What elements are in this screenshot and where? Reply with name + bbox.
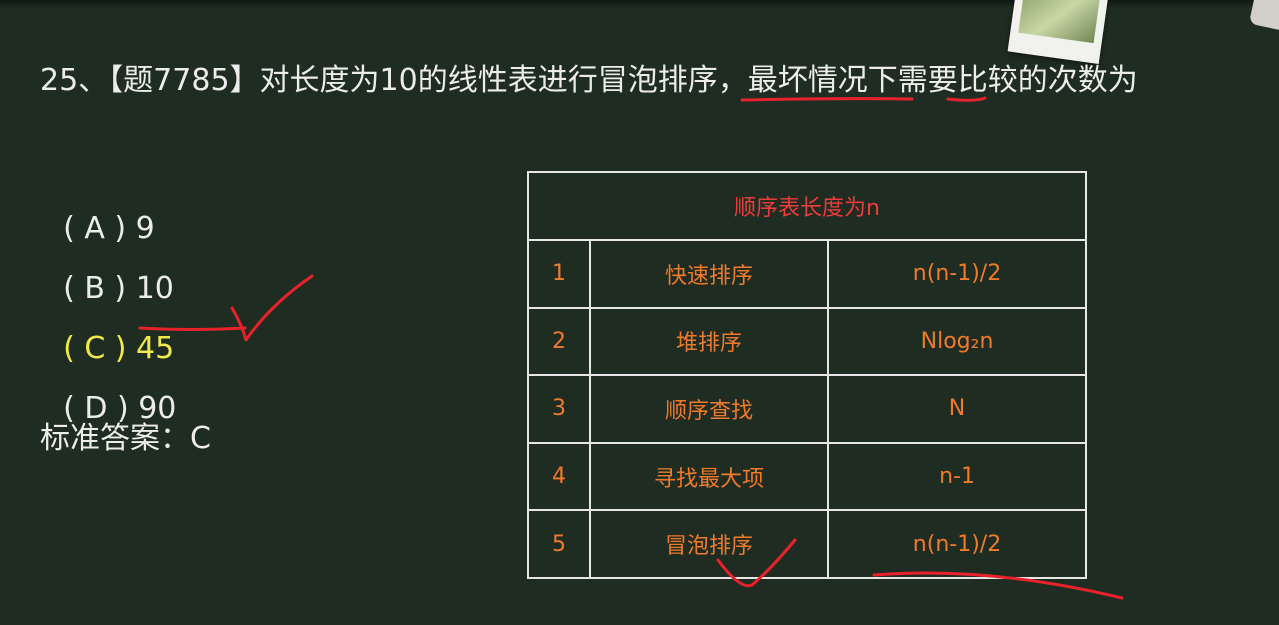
row-complexity: n(n-1)/2	[826, 509, 1088, 579]
row-complexity: n(n-1)/2	[826, 239, 1088, 309]
row-complexity: N	[826, 374, 1088, 444]
table-row: 1 快速排序 n(n-1)/2	[527, 239, 1088, 309]
checkmark-icon	[230, 274, 314, 342]
question-text: 25、【题7785】对长度为10的线性表进行冒泡排序，最坏情况下需要比较的次数为	[40, 50, 1270, 112]
row-index: 1	[527, 239, 591, 309]
row-complexity: n-1	[826, 441, 1088, 512]
table-title: 顺序表长度为n	[526, 171, 1088, 241]
table-row: 5 冒泡排序 n(n-1)/2	[527, 509, 1088, 579]
answer-label: 标准答案：	[40, 421, 190, 456]
standard-answer: 标准答案：C	[40, 413, 211, 457]
row-index: 2	[527, 306, 591, 377]
row-name: 快速排序	[589, 239, 829, 309]
table-row: 3 顺序查找 N	[527, 374, 1088, 444]
row-index: 3	[527, 374, 591, 444]
row-index: 5	[527, 509, 591, 579]
row-index: 4	[527, 441, 591, 512]
table-row: 2 堆排序 Nlog₂n	[527, 306, 1088, 377]
question-number: 25、	[40, 63, 109, 98]
row-name: 顺序查找	[589, 374, 829, 444]
row-name: 堆排序	[589, 306, 829, 377]
row-complexity: Nlog₂n	[826, 306, 1088, 377]
table-row: 4 寻找最大项 n-1	[527, 441, 1088, 512]
row-name: 寻找最大项	[589, 441, 829, 512]
answer-value: C	[190, 421, 211, 456]
row-name: 冒泡排序	[589, 509, 829, 579]
question-body: 对长度为10的线性表进行冒泡排序，最坏情况下需要比较的次数为	[259, 63, 1138, 98]
question-tag: 【题7785】	[108, 63, 260, 98]
complexity-table: 顺序表长度为n 1 快速排序 n(n-1)/2 2 堆排序 Nlog₂n 3 顺…	[526, 171, 1088, 579]
corner-decoration	[1248, 0, 1279, 32]
photo-image	[1018, 0, 1100, 44]
